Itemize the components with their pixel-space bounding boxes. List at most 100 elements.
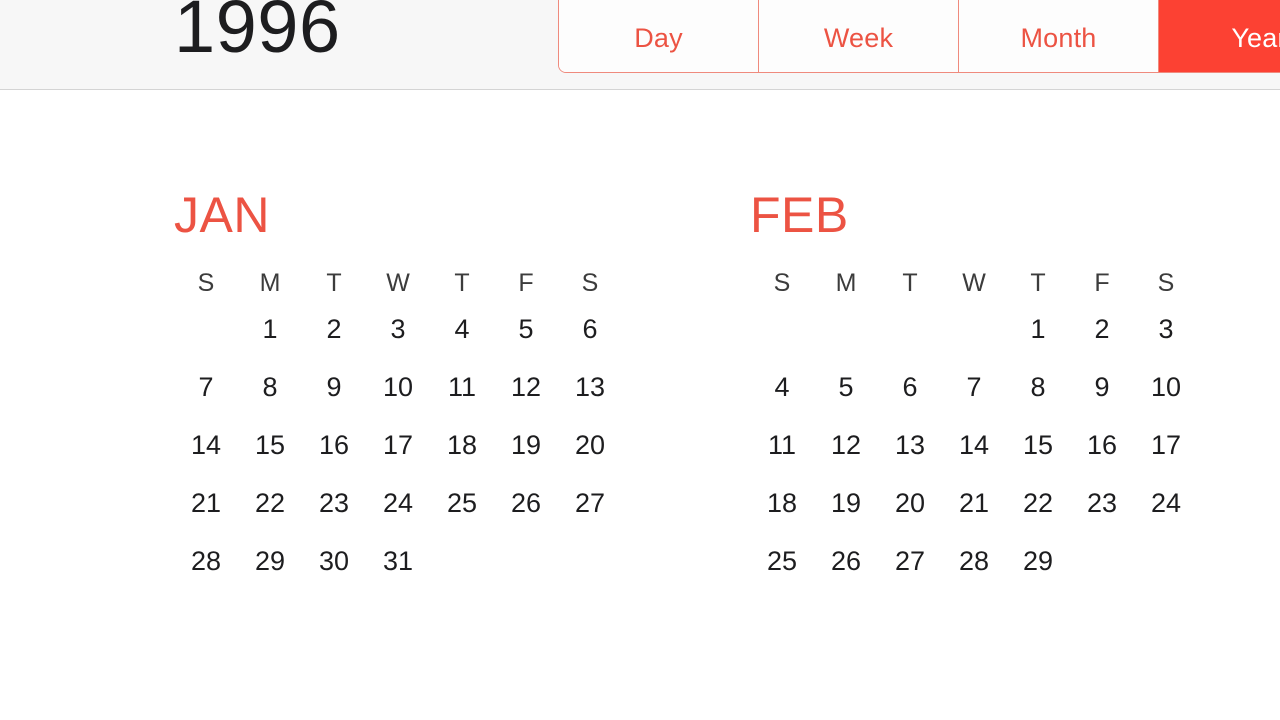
date-cell[interactable]: 14 xyxy=(942,416,1006,474)
date-cell[interactable]: 10 xyxy=(1134,358,1198,416)
date-row: 4 5 6 7 8 9 10 xyxy=(750,358,1198,416)
date-row: 14 15 16 17 18 19 20 xyxy=(174,416,622,474)
date-cell[interactable]: 1 xyxy=(238,300,302,358)
date-row: 25 26 27 28 29 xyxy=(750,532,1198,590)
date-cell[interactable]: 3 xyxy=(366,300,430,358)
date-cell[interactable]: 26 xyxy=(494,474,558,532)
date-cell[interactable]: 10 xyxy=(366,358,430,416)
weekday-header-cell: M xyxy=(259,269,281,297)
date-cell[interactable]: 8 xyxy=(1006,358,1070,416)
date-cell-empty xyxy=(750,300,814,358)
date-cell[interactable]: 5 xyxy=(814,358,878,416)
date-cell[interactable]: 18 xyxy=(430,416,494,474)
date-cell[interactable]: 23 xyxy=(302,474,366,532)
date-cell[interactable]: 3 xyxy=(1134,300,1198,358)
date-cell[interactable]: 19 xyxy=(814,474,878,532)
weekday-header-cell: S xyxy=(197,269,215,297)
weekday-header-row: SMTWTFS xyxy=(174,266,622,300)
date-cell[interactable]: 15 xyxy=(1006,416,1070,474)
date-cell[interactable]: 20 xyxy=(558,416,622,474)
date-cell[interactable]: 21 xyxy=(174,474,238,532)
date-cell[interactable]: 17 xyxy=(1134,416,1198,474)
weekday-header-cell: F xyxy=(518,269,534,297)
date-cell[interactable]: 18 xyxy=(750,474,814,532)
date-cell-empty xyxy=(1134,532,1198,590)
date-cell[interactable]: 4 xyxy=(750,358,814,416)
date-cell[interactable]: 6 xyxy=(558,300,622,358)
navigation-bar: 1996 DayWeekMonthYear xyxy=(0,0,1280,90)
date-cell-empty xyxy=(878,300,942,358)
date-cell[interactable]: 12 xyxy=(494,358,558,416)
date-cell[interactable]: 22 xyxy=(1006,474,1070,532)
date-cell[interactable]: 7 xyxy=(174,358,238,416)
date-cell[interactable]: 7 xyxy=(942,358,1006,416)
date-cell[interactable]: 30 xyxy=(302,532,366,590)
date-cell[interactable]: 16 xyxy=(1070,416,1134,474)
date-cell-empty xyxy=(942,300,1006,358)
weekday-header-cell: T xyxy=(902,269,918,297)
date-cell[interactable]: 9 xyxy=(302,358,366,416)
date-cell-empty xyxy=(558,532,622,590)
weekday-header-cell: S xyxy=(773,269,791,297)
date-cell[interactable]: 5 xyxy=(494,300,558,358)
year-view-month-grid: JAN S M T W T F S 1 2 3 4 5 6 7 8 9 10 11 12 13 14 15 16 17 18 19 2… xyxy=(0,90,1280,720)
weekday-header-cell: M xyxy=(835,269,857,297)
segment-month[interactable]: Month xyxy=(959,0,1159,72)
date-cell[interactable]: 16 xyxy=(302,416,366,474)
month-name-label: JAN xyxy=(174,187,270,243)
weekday-header-cell: S xyxy=(1157,269,1175,297)
date-cell[interactable]: 29 xyxy=(238,532,302,590)
date-cell[interactable]: 25 xyxy=(750,532,814,590)
date-cell[interactable]: 15 xyxy=(238,416,302,474)
date-cell[interactable]: 22 xyxy=(238,474,302,532)
segment-week[interactable]: Week xyxy=(759,0,959,72)
date-row: 123456 xyxy=(174,300,622,358)
date-cell[interactable]: 27 xyxy=(558,474,622,532)
date-cell[interactable]: 28 xyxy=(174,532,238,590)
date-cell[interactable]: 26 xyxy=(814,532,878,590)
date-cell[interactable]: 6 xyxy=(878,358,942,416)
date-cell[interactable]: 24 xyxy=(1134,474,1198,532)
date-cell[interactable]: 11 xyxy=(430,358,494,416)
weekday-header-cell: W xyxy=(386,269,410,297)
date-cell[interactable]: 29 xyxy=(1006,532,1070,590)
calendar-view-segmented-control[interactable]: DayWeekMonthYear xyxy=(558,0,1280,73)
date-row: 28 29 30 31 xyxy=(174,532,622,590)
month-name-label: FEB xyxy=(750,187,849,243)
date-cell[interactable]: 28 xyxy=(942,532,1006,590)
date-cell[interactable]: 24 xyxy=(366,474,430,532)
weekday-header-row: SMTWTFS xyxy=(750,266,1198,300)
date-cell-empty xyxy=(174,300,238,358)
date-cell[interactable]: 31 xyxy=(366,532,430,590)
date-cell[interactable]: 4 xyxy=(430,300,494,358)
date-cell[interactable]: 23 xyxy=(1070,474,1134,532)
date-cell[interactable]: 27 xyxy=(878,532,942,590)
date-cell[interactable]: 13 xyxy=(558,358,622,416)
date-row: 21 22 23 24 25 26 27 xyxy=(174,474,622,532)
date-cell[interactable]: 20 xyxy=(878,474,942,532)
date-cell-empty xyxy=(814,300,878,358)
date-cell-empty xyxy=(430,532,494,590)
weekday-header-cell: S xyxy=(581,269,599,297)
month-block-feb[interactable]: FEB S M T W T F S 1 2 3 4 5 6 7 8 9 10 11 12 13 14 15 16 17 18 19 2… xyxy=(750,186,1190,590)
month-block-jan[interactable]: JAN S M T W T F S 1 2 3 4 5 6 7 8 9 10 11 12 13 14 15 16 17 18 19 2… xyxy=(174,186,614,590)
segment-day[interactable]: Day xyxy=(559,0,759,72)
date-cell[interactable]: 9 xyxy=(1070,358,1134,416)
date-cell[interactable]: 19 xyxy=(494,416,558,474)
date-cell[interactable]: 17 xyxy=(366,416,430,474)
date-cell[interactable]: 14 xyxy=(174,416,238,474)
date-cell[interactable]: 11 xyxy=(750,416,814,474)
date-cell[interactable]: 13 xyxy=(878,416,942,474)
weekday-header-cell: T xyxy=(454,269,470,297)
date-cell[interactable]: 2 xyxy=(1070,300,1134,358)
segment-year[interactable]: Year xyxy=(1159,0,1280,72)
date-cell[interactable]: 21 xyxy=(942,474,1006,532)
date-row: 11 12 13 14 15 16 17 xyxy=(750,416,1198,474)
date-cell[interactable]: 2 xyxy=(302,300,366,358)
date-row: 7 8 9 10 11 12 13 xyxy=(174,358,622,416)
date-cell[interactable]: 1 xyxy=(1006,300,1070,358)
date-row: 123 xyxy=(750,300,1198,358)
date-cell[interactable]: 8 xyxy=(238,358,302,416)
date-cell[interactable]: 25 xyxy=(430,474,494,532)
date-cell[interactable]: 12 xyxy=(814,416,878,474)
